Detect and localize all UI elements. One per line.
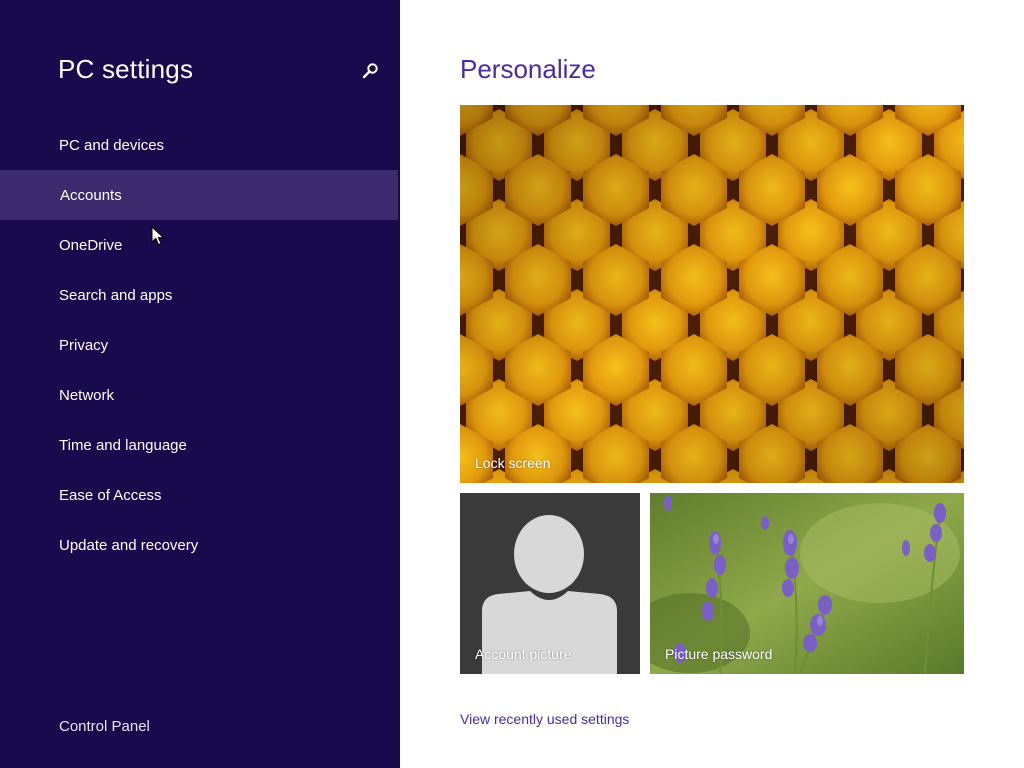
picture-password-tile[interactable]: Picture password — [650, 493, 964, 674]
nav-item-label: Accounts — [60, 186, 122, 204]
nav-item-search-and-apps[interactable]: Search and apps — [0, 270, 398, 320]
nav-item-accounts[interactable]: Accounts — [0, 170, 398, 220]
nav-item-onedrive[interactable]: OneDrive — [0, 220, 398, 270]
lock-screen-label: Lock screen — [475, 455, 551, 471]
section-title: Personalize — [460, 54, 596, 84]
nav-item-label: Search and apps — [59, 286, 173, 304]
account-picture-label: Account picture — [475, 646, 572, 662]
nav-item-label: Ease of Access — [59, 486, 162, 504]
picture-password-label: Picture password — [665, 646, 773, 662]
nav-item-label: Time and language — [59, 436, 187, 454]
honeycomb-image — [460, 105, 964, 483]
mouse-cursor-icon — [151, 226, 165, 246]
page-title: PC settings — [58, 54, 194, 84]
nav-item-network[interactable]: Network — [0, 370, 398, 420]
control-panel-link[interactable]: Control Panel — [59, 718, 150, 735]
recent-settings-link[interactable]: View recently used settings — [460, 711, 629, 727]
lock-screen-tile[interactable]: Lock screen — [460, 105, 964, 483]
nav-item-ease-of-access[interactable]: Ease of Access — [0, 470, 398, 520]
nav-item-time-and-language[interactable]: Time and language — [0, 420, 398, 470]
nav-item-update-and-recovery[interactable]: Update and recovery — [0, 520, 398, 570]
nav-item-label: Update and recovery — [59, 536, 199, 554]
search-button[interactable] — [360, 60, 382, 82]
nav-item-privacy[interactable]: Privacy — [0, 320, 398, 370]
search-icon — [362, 63, 378, 79]
nav-item-pc-and-devices[interactable]: PC and devices — [0, 120, 398, 170]
nav-item-label: OneDrive — [59, 236, 123, 254]
nav-item-label: Network — [59, 386, 115, 404]
main-panel: Personalize Lock screen Account picture … — [400, 0, 1024, 768]
account-picture-tile[interactable]: Account picture — [460, 493, 640, 674]
sidebar: PC settings PC and devices Accounts OneD… — [0, 0, 400, 768]
nav-item-label: PC and devices — [59, 136, 165, 154]
nav-item-label: Privacy — [59, 336, 109, 354]
